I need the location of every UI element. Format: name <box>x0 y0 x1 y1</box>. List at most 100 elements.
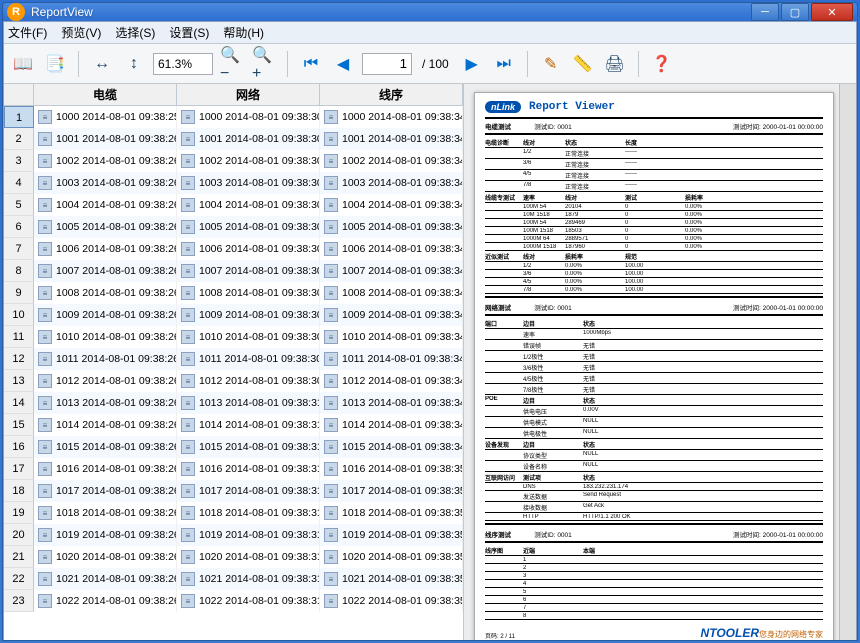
cell[interactable]: ≡1017 2014-08-01 09:38:26 <box>34 480 177 502</box>
cell[interactable]: ≡1011 2014-08-01 09:38:34 <box>320 348 463 370</box>
table-row[interactable]: 3≡1002 2014-08-01 09:38:26 ≡1002 2014-08-… <box>4 150 463 172</box>
cell[interactable]: ≡1000 2014-08-01 09:38:30 <box>177 106 320 128</box>
maximize-button[interactable]: ▢ <box>781 3 809 21</box>
row-number[interactable]: 1 <box>4 106 34 128</box>
cell[interactable]: ≡1008 2014-08-01 09:38:30 <box>177 282 320 304</box>
row-number[interactable]: 15 <box>4 414 34 436</box>
cell[interactable]: ≡1015 2014-08-01 09:38:31 <box>177 436 320 458</box>
cell[interactable]: ≡1010 2014-08-01 09:38:30 <box>177 326 320 348</box>
col-header-1[interactable]: 电缆 <box>34 84 177 105</box>
row-number[interactable]: 11 <box>4 326 34 348</box>
ruler-icon[interactable]: 📏 <box>570 51 596 77</box>
cell[interactable]: ≡1009 2014-08-01 09:38:30 <box>177 304 320 326</box>
cell[interactable]: ≡1020 2014-08-01 09:38:26 <box>34 546 177 568</box>
next-page-icon[interactable]: ▶ <box>459 51 485 77</box>
cell[interactable]: ≡1002 2014-08-01 09:38:34 <box>320 150 463 172</box>
table-row[interactable]: 12≡1011 2014-08-01 09:38:26≡1011 2014-08… <box>4 348 463 370</box>
table-row[interactable]: 1≡1000 2014-08-01 09:38:25≡1000 2014-08-… <box>4 106 463 128</box>
row-number[interactable]: 14 <box>4 392 34 414</box>
cell[interactable]: ≡1020 2014-08-01 09:38:31 <box>177 546 320 568</box>
cell[interactable]: ≡1000 2014-08-01 09:38:25 <box>34 106 177 128</box>
row-number[interactable]: 12 <box>4 348 34 370</box>
row-number[interactable]: 21 <box>4 546 34 568</box>
cell[interactable]: ≡1022 2014-08-01 09:38:26 <box>34 590 177 612</box>
cell[interactable]: ≡1012 2014-08-01 09:38:26 <box>34 370 177 392</box>
rownum-header[interactable] <box>4 84 34 105</box>
cell[interactable]: ≡1022 2014-08-01 09:38:35 <box>320 590 463 612</box>
table-row[interactable]: 5≡1004 2014-08-01 09:38:26 ≡1004 2014-08-… <box>4 194 463 216</box>
menu-select[interactable]: 选择(S) <box>115 24 155 41</box>
menu-help[interactable]: 帮助(H) <box>223 24 264 41</box>
cell[interactable]: ≡1019 2014-08-01 09:38:26 <box>34 524 177 546</box>
cell[interactable]: ≡1021 2014-08-01 09:38:35 <box>320 568 463 590</box>
titlebar[interactable]: R ReportView ─ ▢ ✕ <box>3 3 857 21</box>
table-row[interactable]: 18≡1017 2014-08-01 09:38:26≡1017 2014-08… <box>4 480 463 502</box>
table-row[interactable]: 14≡1013 2014-08-01 09:38:26≡1013 2014-08… <box>4 392 463 414</box>
row-number[interactable]: 2 <box>4 128 34 150</box>
close-button[interactable]: ✕ <box>811 3 853 21</box>
cell[interactable]: ≡1019 2014-08-01 09:38:31 <box>177 524 320 546</box>
cell[interactable]: ≡1016 2014-08-01 09:38:31 <box>177 458 320 480</box>
row-number[interactable]: 7 <box>4 238 34 260</box>
row-number[interactable]: 5 <box>4 194 34 216</box>
cell[interactable]: ≡1002 2014-08-01 09:38:26 <box>34 150 177 172</box>
cell[interactable]: ≡1004 2014-08-01 09:38:34 <box>320 194 463 216</box>
row-number[interactable]: 20 <box>4 524 34 546</box>
table-row[interactable]: 10≡1009 2014-08-01 09:38:26≡1009 2014-08… <box>4 304 463 326</box>
cell[interactable]: ≡1020 2014-08-01 09:38:35 <box>320 546 463 568</box>
zoom-input[interactable] <box>153 53 213 75</box>
col-header-2[interactable]: 网络 <box>177 84 320 105</box>
cell[interactable]: ≡1007 2014-08-01 09:38:30 <box>177 260 320 282</box>
cell[interactable]: ≡1004 2014-08-01 09:38:26 <box>34 194 177 216</box>
cell[interactable]: ≡1005 2014-08-01 09:38:26 <box>34 216 177 238</box>
cell[interactable]: ≡1005 2014-08-01 09:38:30 <box>177 216 320 238</box>
cell[interactable]: ≡1015 2014-08-01 09:38:26 <box>34 436 177 458</box>
cell[interactable]: ≡1001 2014-08-01 09:38:26 <box>34 128 177 150</box>
menu-preview[interactable]: 预览(V) <box>61 24 101 41</box>
row-number[interactable]: 16 <box>4 436 34 458</box>
cell[interactable]: ≡1014 2014-08-01 09:38:26 <box>34 414 177 436</box>
first-page-icon[interactable]: ⏮ <box>298 51 324 77</box>
cell[interactable]: ≡1019 2014-08-01 09:38:35 <box>320 524 463 546</box>
table-row[interactable]: 9≡1008 2014-08-01 09:38:26≡1008 2014-08-… <box>4 282 463 304</box>
row-number[interactable]: 23 <box>4 590 34 612</box>
row-number[interactable]: 17 <box>4 458 34 480</box>
table-row[interactable]: 17≡1016 2014-08-01 09:38:26≡1016 2014-08… <box>4 458 463 480</box>
cell[interactable]: ≡1014 2014-08-01 09:38:34 <box>320 414 463 436</box>
cell[interactable]: ≡1022 2014-08-01 09:38:31 <box>177 590 320 612</box>
table-row[interactable]: 13≡1012 2014-08-01 09:38:26≡1012 2014-08… <box>4 370 463 392</box>
col-header-3[interactable]: 线序 <box>320 84 463 105</box>
cell[interactable]: ≡1017 2014-08-01 09:38:35 <box>320 480 463 502</box>
row-number[interactable]: 19 <box>4 502 34 524</box>
row-number[interactable]: 6 <box>4 216 34 238</box>
preview-panel[interactable]: nLink Report Viewer 电缆测试 测试ID: 0001 测试时间… <box>464 84 856 641</box>
table-row[interactable]: 22≡1021 2014-08-01 09:38:26≡1021 2014-08… <box>4 568 463 590</box>
cell[interactable]: ≡1018 2014-08-01 09:38:26 <box>34 502 177 524</box>
cell[interactable]: ≡1016 2014-08-01 09:38:26 <box>34 458 177 480</box>
table-row[interactable]: 6≡1005 2014-08-01 09:38:26≡1005 2014-08-… <box>4 216 463 238</box>
cell[interactable]: ≡1007 2014-08-01 09:38:26 <box>34 260 177 282</box>
cell[interactable]: ≡1018 2014-08-01 09:38:31 <box>177 502 320 524</box>
cell[interactable]: ≡1001 2014-08-01 09:38:34 <box>320 128 463 150</box>
pages-icon[interactable]: 📑 <box>42 51 68 77</box>
table-row[interactable]: 11≡1010 2014-08-01 09:38:26≡1010 2014-08… <box>4 326 463 348</box>
zoom-out-icon[interactable]: 🔍− <box>219 51 245 77</box>
table-row[interactable]: 8≡1007 2014-08-01 09:38:26≡1007 2014-08-… <box>4 260 463 282</box>
print-icon[interactable]: 🖨 <box>602 51 628 77</box>
cell[interactable]: ≡1000 2014-08-01 09:38:34 <box>320 106 463 128</box>
cell[interactable]: ≡1014 2014-08-01 09:38:31 <box>177 414 320 436</box>
zoom-in-icon[interactable]: 🔍+ <box>251 51 277 77</box>
cell[interactable]: ≡1001 2014-08-01 09:38:30 <box>177 128 320 150</box>
cell[interactable]: ≡1003 2014-08-01 09:38:30 <box>177 172 320 194</box>
cell[interactable]: ≡1006 2014-08-01 09:38:30 <box>177 238 320 260</box>
row-list[interactable]: 1≡1000 2014-08-01 09:38:25≡1000 2014-08-… <box>4 106 463 641</box>
row-number[interactable]: 3 <box>4 150 34 172</box>
cell[interactable]: ≡1003 2014-08-01 09:38:26 <box>34 172 177 194</box>
cell[interactable]: ≡1003 2014-08-01 09:38:34 <box>320 172 463 194</box>
table-row[interactable]: 19≡1018 2014-08-01 09:38:26≡1018 2014-08… <box>4 502 463 524</box>
cell[interactable]: ≡1016 2014-08-01 09:38:35 <box>320 458 463 480</box>
cell[interactable]: ≡1011 2014-08-01 09:38:30 <box>177 348 320 370</box>
cell[interactable]: ≡1008 2014-08-01 09:38:26 <box>34 282 177 304</box>
table-row[interactable]: 21≡1020 2014-08-01 09:38:26≡1020 2014-08… <box>4 546 463 568</box>
table-row[interactable]: 20≡1019 2014-08-01 09:38:26≡1019 2014-08… <box>4 524 463 546</box>
